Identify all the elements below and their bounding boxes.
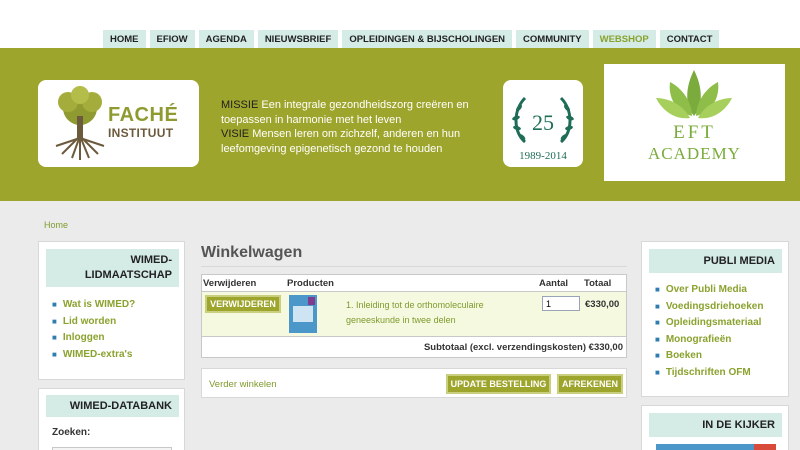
link-wat-is-wimed[interactable]: ■ Wat is WIMED? — [52, 297, 135, 314]
link-over-publi-media[interactable]: ■ Over Publi Media — [655, 282, 763, 299]
vision-label: VISIE — [221, 128, 250, 140]
link-lid-worden[interactable]: ■ Lid worden — [52, 314, 135, 331]
anniversary-years: 1989-2014 — [519, 150, 567, 162]
col-remove: Verwijderen — [203, 278, 257, 289]
line-total: €330,00 — [585, 299, 620, 310]
publi-media-panel: PUBLI MEDIA ■ Over Publi Media ■ Voedingsd… — [641, 241, 789, 397]
link-tijdschriften-ofm[interactable]: ■ Tijdschriften OFM — [655, 365, 763, 382]
nav-items: HOME EFIOW AGENDA NIEUWSBRIEF OPLEIDINGE… — [103, 30, 720, 49]
product-thumbnail[interactable] — [289, 295, 317, 333]
databank-panel: WIMED-DATABANK Zoeken: — [38, 388, 185, 450]
eft-subtitle: ACADEMY — [648, 144, 741, 163]
membership-links: ■ Wat is WIMED? ■ Lid worden ■ Inloggen ■ WI… — [52, 297, 135, 363]
nav-webshop[interactable]: WEBSHOP — [592, 30, 656, 49]
mission-text: Een integrale gezondheidszorg creëren en… — [221, 99, 469, 126]
fache-logo[interactable]: FACHÉ INSTITUUT — [38, 80, 199, 167]
product-link[interactable]: 1. Inleiding tot de orthomoleculaire gen… — [346, 298, 536, 327]
row-divider — [202, 336, 626, 337]
page-title: Winkelwagen — [201, 244, 303, 261]
subtotal-value: €330,00 — [588, 342, 623, 353]
nav-efiow[interactable]: EFIOW — [149, 30, 195, 49]
link-boeken[interactable]: ■ Boeken — [655, 348, 763, 365]
laurel-icon: 25 1989-2014 — [512, 96, 574, 162]
subtotal-label: Subtotaal (excl. verzendingskosten) — [423, 342, 587, 353]
logo-name: FACHÉ — [108, 104, 179, 126]
databank-title: WIMED-DATABANK — [46, 395, 179, 417]
logo-subtitle: INSTITUUT — [108, 126, 174, 140]
in-de-kijker-title: IN DE KIJKER — [649, 413, 782, 437]
subtotal: Subtotaal (excl. verzendingskosten) €330… — [424, 342, 623, 353]
eft-academy-logo[interactable]: EFT ACADEMY — [604, 64, 785, 181]
remove-button[interactable]: VERWIJDEREN — [205, 295, 281, 313]
link-wimed-extras[interactable]: ■ WIMED-extra's — [52, 347, 135, 364]
nav-community[interactable]: COMMUNITY — [516, 30, 589, 49]
link-voedingsdriehoeken[interactable]: ■ Voedingsdriehoeken — [655, 299, 763, 316]
eft-title: EFT — [673, 122, 716, 143]
col-total: Totaal — [584, 278, 612, 289]
nav-contact[interactable]: CONTACT — [659, 30, 720, 49]
in-de-kijker-panel: IN DE KIJKER — [641, 405, 789, 450]
anniversary-badge: 25 1989-2014 — [503, 80, 583, 167]
breadcrumb-home[interactable]: Home — [44, 220, 68, 230]
col-quantity: Aantal — [539, 278, 569, 289]
update-order-button[interactable]: UPDATE BESTELLING — [446, 374, 551, 394]
checkout-button[interactable]: AFREKENEN — [557, 374, 623, 394]
cart-table: Verwijderen Producten Aantal Totaal VERW… — [201, 274, 627, 358]
header-banner: FACHÉ INSTITUUT MISSIE Een integrale gez… — [0, 48, 800, 201]
nav-home[interactable]: HOME — [103, 30, 146, 49]
publi-media-links: ■ Over Publi Media ■ Voedingsdriehoeken ■ O… — [655, 282, 763, 381]
anniversary-number: 25 — [532, 110, 554, 135]
nav-agenda[interactable]: AGENDA — [198, 30, 254, 49]
top-navigation: HOME EFIOW AGENDA NIEUWSBRIEF OPLEIDINGE… — [0, 0, 800, 49]
featured-image[interactable] — [656, 444, 776, 450]
cart-actions: Verder winkelen UPDATE BESTELLING AFREKE… — [201, 368, 627, 398]
link-monografieen[interactable]: ■ Monografieën — [655, 332, 763, 349]
nav-opleidingen[interactable]: OPLEIDINGEN & BIJSCHOLINGEN — [342, 30, 513, 49]
publi-media-title: PUBLI MEDIA — [649, 249, 782, 273]
tree-logo-icon — [55, 86, 105, 160]
continue-shopping-link[interactable]: Verder winkelen — [209, 379, 277, 390]
search-label: Zoeken: — [52, 427, 91, 438]
nav-nieuwsbrief[interactable]: NIEUWSBRIEF — [257, 30, 339, 49]
col-products: Producten — [287, 278, 334, 289]
title-divider — [201, 266, 627, 267]
link-inloggen[interactable]: ■ Inloggen — [52, 330, 135, 347]
mission-statement: MISSIE Een integrale gezondheidszorg cre… — [221, 98, 501, 156]
membership-panel: WIMED- LIDMAATSCHAP ■ Wat is WIMED? ■ Lid w… — [38, 241, 185, 380]
membership-title: WIMED- LIDMAATSCHAP — [46, 249, 179, 287]
table-row: VERWIJDEREN 1. Inleiding tot de orthomol… — [202, 292, 626, 336]
vision-text: Mensen leren om zichzelf, anderen en hun… — [221, 128, 461, 155]
quantity-input[interactable] — [542, 296, 580, 311]
link-opleidingsmateriaal[interactable]: ■ Opleidingsmateriaal — [655, 315, 763, 332]
mission-label: MISSIE — [221, 99, 259, 111]
